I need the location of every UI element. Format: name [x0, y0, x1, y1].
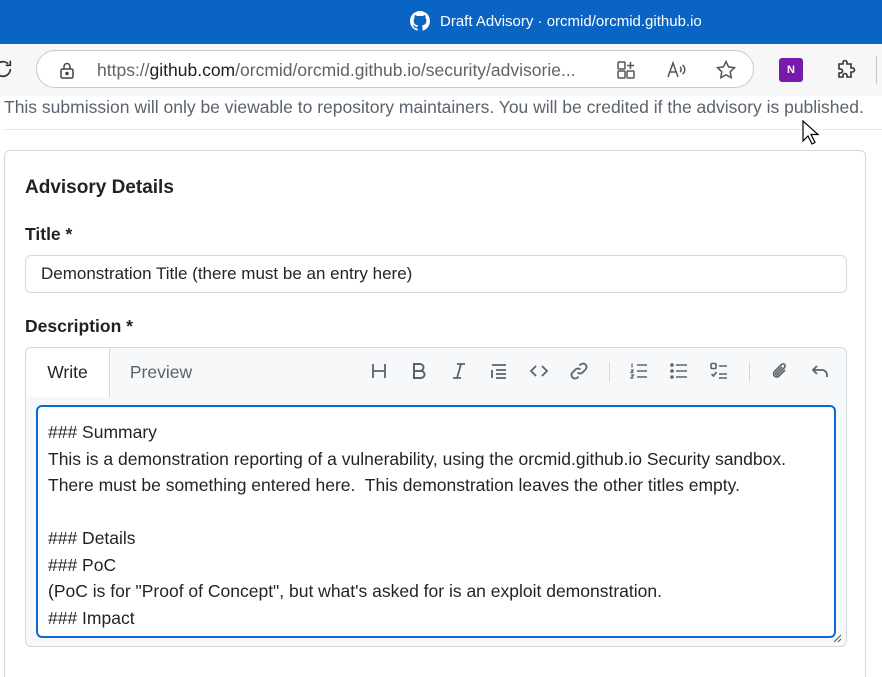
attach-icon[interactable]: [770, 361, 790, 381]
app-available-icon[interactable]: [615, 59, 637, 81]
url-text[interactable]: https://github.com/orcmid/orcmid.github.…: [97, 60, 576, 81]
mouse-pointer-icon: [802, 120, 820, 145]
ordered-list-icon[interactable]: [629, 361, 649, 381]
task-list-icon[interactable]: [709, 361, 729, 381]
github-icon: [410, 11, 430, 31]
title-input[interactable]: [25, 255, 847, 293]
window-title-wrap: Draft Advisory · orcmid/orcmid.github.io: [410, 11, 702, 31]
title-label: Title *: [25, 224, 73, 244]
url-path: /orcmid/orcmid.github.io/security/adviso…: [235, 60, 576, 80]
advisory-details-card: Advisory Details Title * Description * W…: [4, 150, 866, 677]
favorite-star-icon[interactable]: [715, 59, 737, 81]
italic-icon[interactable]: [449, 361, 469, 381]
heading-icon[interactable]: [369, 361, 389, 381]
credit-notice: This submission will only be viewable to…: [4, 97, 864, 117]
url-domain: github.com: [149, 60, 236, 80]
code-icon[interactable]: [529, 361, 549, 381]
lock-icon[interactable]: [57, 60, 77, 80]
extensions-puzzle-icon[interactable]: [835, 59, 857, 81]
description-textarea[interactable]: ### Summary This is a demonstration repo…: [36, 405, 836, 638]
unordered-list-icon[interactable]: [669, 361, 689, 381]
url-prefix: https://: [97, 60, 150, 80]
advisory-details-heading: Advisory Details: [25, 177, 174, 198]
reload-icon[interactable]: [0, 58, 14, 80]
bold-icon[interactable]: [409, 361, 429, 381]
toolbar-separator: [749, 362, 750, 382]
description-label: Description *: [25, 316, 133, 336]
window-titlebar: Draft Advisory · orcmid/orcmid.github.io: [0, 0, 882, 44]
undo-icon[interactable]: [810, 361, 830, 381]
window-title: Draft Advisory · orcmid/orcmid.github.io: [440, 12, 702, 30]
link-icon[interactable]: [569, 361, 589, 381]
address-bar[interactable]: https://github.com/orcmid/orcmid.github.…: [36, 50, 754, 88]
quote-icon[interactable]: [489, 361, 509, 381]
onenote-extension-icon[interactable]: N: [779, 58, 803, 82]
resize-grip-icon[interactable]: [833, 634, 842, 643]
toolbar-separator: [876, 56, 877, 84]
browser-toolbar: https://github.com/orcmid/orcmid.github.…: [0, 44, 882, 96]
tab-preview[interactable]: Preview: [111, 348, 211, 397]
toolbar-separator: [609, 362, 610, 382]
read-aloud-icon[interactable]: [665, 59, 687, 81]
description-editor: Write Preview ### Summary This is a demo…: [25, 347, 847, 647]
notice-divider: [4, 129, 882, 130]
tab-write[interactable]: Write: [25, 347, 110, 397]
